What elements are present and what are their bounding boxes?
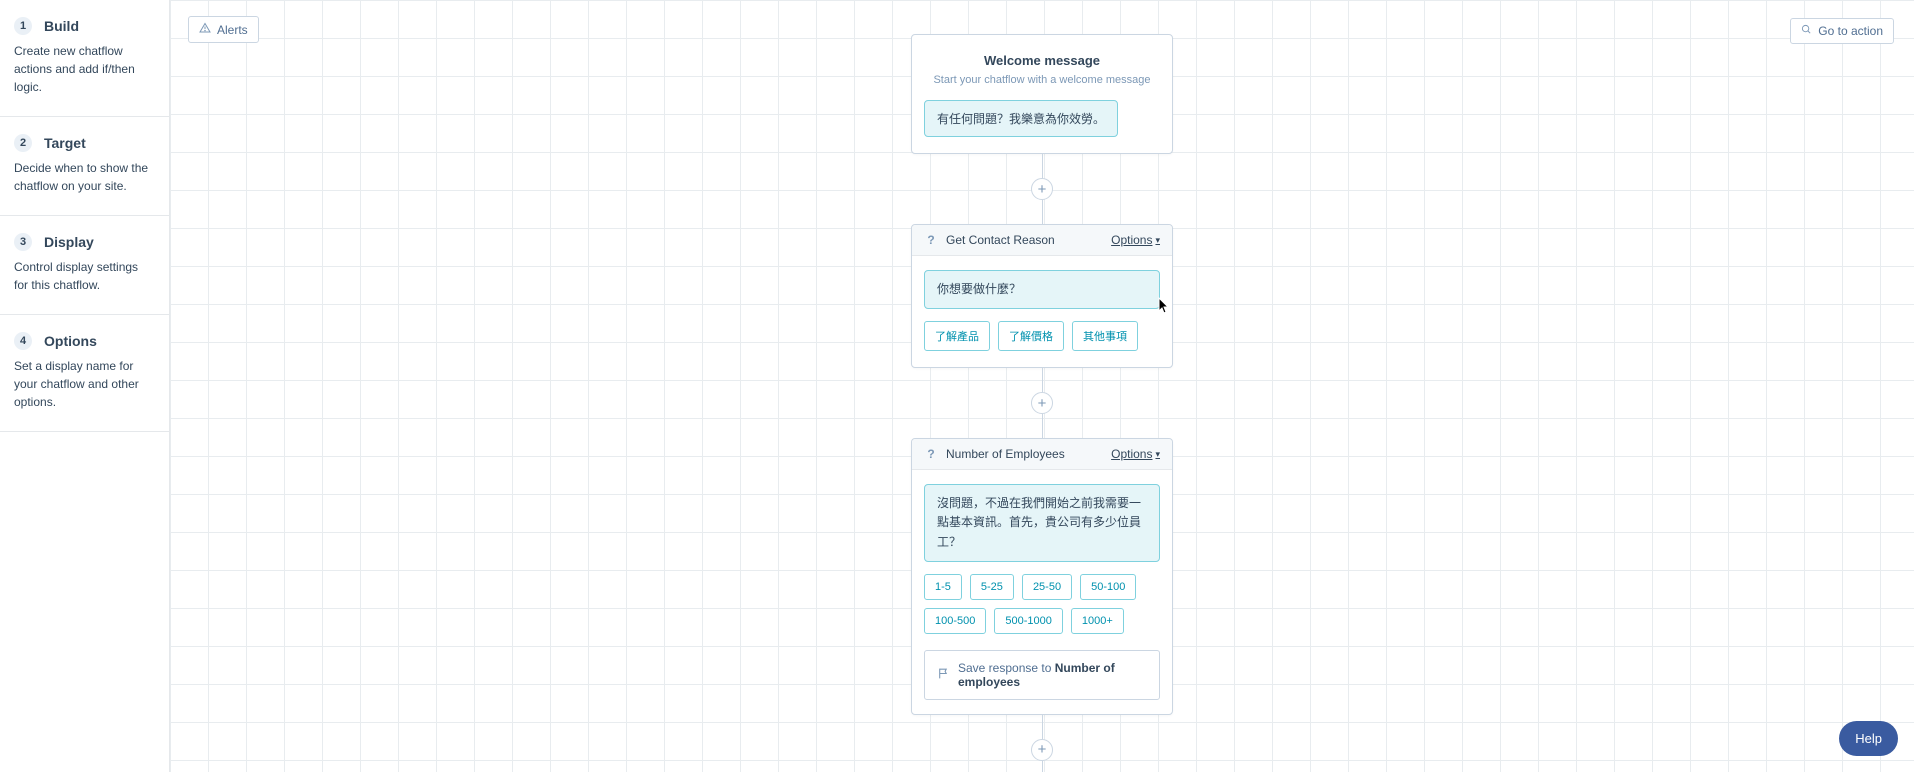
chip-option[interactable]: 500-1000 [994, 608, 1063, 634]
step-description: Decide when to show the chatflow on your… [14, 159, 155, 195]
add-action-button[interactable]: + [1031, 392, 1053, 414]
welcome-card[interactable]: Welcome message Start your chatflow with… [911, 34, 1173, 154]
sidebar-step-display[interactable]: 3 Display Control display settings for t… [0, 216, 169, 315]
chip-row: 了解產品 了解價格 其他事項 [912, 309, 1172, 367]
sidebar-step-target[interactable]: 2 Target Decide when to show the chatflo… [0, 117, 169, 216]
sidebar-step-build[interactable]: 1 Build Create new chatflow actions and … [0, 0, 169, 117]
flow-column: Welcome message Start your chatflow with… [911, 34, 1173, 772]
sidebar: 1 Build Create new chatflow actions and … [0, 0, 170, 772]
node-number-of-employees[interactable]: ? Number of Employees Options ▾ 沒問題，不過在我… [911, 438, 1173, 715]
connector-line [1042, 368, 1043, 392]
card-title: Number of Employees [946, 447, 1065, 461]
options-dropdown[interactable]: Options ▾ [1111, 447, 1160, 461]
sidebar-step-options[interactable]: 4 Options Set a display name for your ch… [0, 315, 169, 432]
connector-line [1042, 715, 1043, 739]
step-number-badge: 4 [14, 332, 32, 350]
alerts-button[interactable]: Alerts [188, 16, 259, 43]
step-description: Control display settings for this chatfl… [14, 258, 155, 294]
step-header: 3 Display [14, 233, 155, 251]
save-response-text: Save response to Number of employees [958, 661, 1147, 689]
options-label: Options [1111, 447, 1152, 461]
chevron-down-icon: ▾ [1155, 235, 1160, 246]
canvas-area[interactable]: Alerts Go to action Welcome message Star… [170, 0, 1914, 772]
chip-option[interactable]: 100-500 [924, 608, 986, 634]
save-prefix: Save response to [958, 661, 1055, 675]
bubble-wrap: 沒問題，不過在我們開始之前我需要一點基本資訊。首先，貴公司有多少位員工？ [912, 470, 1172, 562]
step-number-badge: 3 [14, 233, 32, 251]
step-description: Create new chatflow actions and add if/t… [14, 42, 155, 96]
node-get-contact-reason[interactable]: ? Get Contact Reason Options ▾ 你想要做什麼？ 了… [911, 224, 1173, 368]
prompt-bubble: 沒問題，不過在我們開始之前我需要一點基本資訊。首先，貴公司有多少位員工？ [924, 484, 1160, 562]
chip-option[interactable]: 25-50 [1022, 574, 1072, 600]
welcome-subtitle: Start your chatflow with a welcome messa… [924, 74, 1160, 86]
card-title: Get Contact Reason [946, 233, 1055, 247]
welcome-bubble: 有任何問題？我樂意為你效勞。 [924, 100, 1118, 137]
step-description: Set a display name for your chatflow and… [14, 357, 155, 411]
prompt-bubble: 你想要做什麼？ [924, 270, 1160, 309]
canvas: Alerts Go to action Welcome message Star… [170, 0, 1914, 772]
bubble-wrap: 你想要做什麼？ [912, 256, 1172, 309]
chip-option[interactable]: 1-5 [924, 574, 962, 600]
step-title: Options [44, 333, 97, 349]
chip-option[interactable]: 5-25 [970, 574, 1014, 600]
options-dropdown[interactable]: Options ▾ [1111, 233, 1160, 247]
options-label: Options [1111, 233, 1152, 247]
chip-option[interactable]: 50-100 [1080, 574, 1136, 600]
connector-line [1042, 154, 1043, 178]
goto-label: Go to action [1818, 24, 1883, 38]
chip-option[interactable]: 其他事項 [1072, 321, 1138, 351]
welcome-title: Welcome message [924, 53, 1160, 68]
question-icon: ? [924, 447, 938, 461]
step-header: 4 Options [14, 332, 155, 350]
step-title: Display [44, 234, 94, 250]
step-number-badge: 1 [14, 17, 32, 35]
help-button[interactable]: Help [1839, 721, 1898, 756]
alerts-label: Alerts [217, 23, 248, 37]
add-action-button[interactable]: + [1031, 739, 1053, 761]
add-action-button[interactable]: + [1031, 178, 1053, 200]
chip-row: 1-5 5-25 25-50 50-100 100-500 500-1000 1… [912, 562, 1172, 650]
question-icon: ? [924, 233, 938, 247]
card-header: ? Number of Employees Options ▾ [912, 439, 1172, 470]
step-header: 1 Build [14, 17, 155, 35]
connector-line [1042, 761, 1043, 772]
connector-line [1042, 414, 1043, 438]
go-to-action-button[interactable]: Go to action [1790, 18, 1894, 44]
search-icon [1801, 24, 1812, 38]
card-header-left: ? Get Contact Reason [924, 233, 1055, 247]
step-title: Build [44, 18, 79, 34]
app-root: 1 Build Create new chatflow actions and … [0, 0, 1914, 772]
chip-option[interactable]: 了解產品 [924, 321, 990, 351]
chip-option[interactable]: 了解價格 [998, 321, 1064, 351]
flag-icon [937, 667, 950, 683]
step-title: Target [44, 135, 86, 151]
save-response-row: Save response to Number of employees [924, 650, 1160, 700]
step-header: 2 Target [14, 134, 155, 152]
chevron-down-icon: ▾ [1155, 449, 1160, 460]
card-header-left: ? Number of Employees [924, 447, 1065, 461]
chip-option[interactable]: 1000+ [1071, 608, 1124, 634]
connector-line [1042, 200, 1043, 224]
warning-icon [199, 22, 211, 37]
step-number-badge: 2 [14, 134, 32, 152]
card-header: ? Get Contact Reason Options ▾ [912, 225, 1172, 256]
